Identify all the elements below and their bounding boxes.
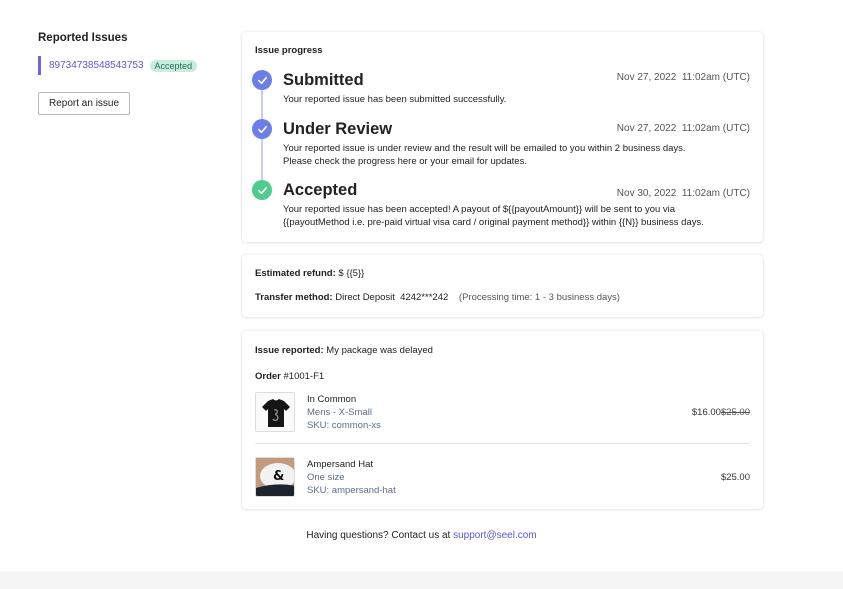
step-description: Your reported issue has been accepted! A… (283, 203, 713, 229)
step-date: Nov 30, 2022 11:02am (UTC) (616, 188, 750, 199)
timeline-connector (261, 139, 263, 184)
order-value: #1001-F1 (283, 371, 325, 382)
product-price: $16.00$25.00 (692, 407, 750, 418)
step-title: Submitted (283, 71, 364, 89)
step-accepted-check-icon (252, 180, 272, 200)
issue-reported-value: My package was delayed (326, 345, 433, 356)
issue-progress-card: Issue progress Submitted Nov 27, 2022 11… (242, 32, 763, 242)
step-date: Nov 27, 2022 11:02am (UTC) (616, 123, 750, 134)
processing-time: (Processing time: 1 - 3 business days) (458, 292, 620, 303)
step-description-line: Your reported issue is under review and … (283, 143, 686, 154)
step-description-line: Please check the progress here or your e… (283, 156, 527, 167)
issue-list-item[interactable]: 89734738548543753 Accepted (38, 56, 218, 75)
status-badge: Accepted (149, 59, 198, 72)
report-issue-button[interactable]: Report an issue (38, 92, 131, 115)
price-current: $16.00 (691, 407, 721, 418)
issue-reported-label: Issue reported: (255, 345, 327, 356)
product-variant: One size (307, 472, 345, 483)
step-description-line: Your reported issue has been submitted s… (283, 94, 507, 105)
issue-reported: Issue reported: My package was delayed (255, 345, 433, 356)
step-title: Under Review (283, 120, 393, 138)
estimated-refund-label: Estimated refund: (255, 268, 339, 279)
product-price: $25.00 (720, 472, 750, 483)
step-description-line: Your reported issue has been accepted! A… (283, 204, 676, 215)
issue-progress-title: Issue progress (255, 45, 323, 56)
order-label: Order (255, 371, 284, 382)
step-description-line: {{payoutMethod i.e. pre-paid virtual vis… (283, 217, 704, 228)
transfer-method-value: Direct Deposit 4242***242 (335, 292, 449, 303)
step-title: Accepted (283, 181, 358, 199)
product-image-tshirt (255, 392, 295, 432)
product-variant: Mens - X-Small (307, 407, 372, 418)
step-description: Your reported issue is under review and … (283, 142, 713, 168)
footer-text: Having questions? Contact us at (306, 530, 451, 541)
order-item: In Common Mens - X-Small SKU: common-xs … (255, 392, 750, 436)
contact-footer: Having questions? Contact us at support@… (0, 530, 843, 541)
support-email-link[interactable]: support@seel.com (453, 530, 537, 541)
transfer-method-label: Transfer method: (255, 292, 336, 303)
transfer-method: Transfer method: Direct Deposit 4242***2… (255, 292, 620, 303)
issue-report-card: Issue reported: My package was delayed O… (242, 331, 763, 509)
sidebar-title: Reported Issues (38, 32, 128, 44)
refund-card: Estimated refund: $ {{5}} Transfer metho… (242, 255, 763, 317)
product-name: In Common (307, 394, 357, 405)
price-original: $25.00 (720, 407, 750, 418)
svg-text:&: & (273, 469, 284, 484)
estimated-refund: Estimated refund: $ {{5}} (255, 268, 364, 279)
order-number: Order #1001-F1 (255, 371, 324, 382)
product-image-hat: & (255, 457, 295, 497)
reported-issues-sidebar: Reported Issues 89734738548543753 Accept… (38, 32, 218, 115)
step-description: Your reported issue has been submitted s… (283, 93, 713, 106)
product-name: Ampersand Hat (307, 459, 374, 470)
issue-id-link[interactable]: 89734738548543753 (49, 60, 144, 71)
step-date: Nov 27, 2022 11:02am (UTC) (616, 72, 750, 83)
bottom-bar (0, 571, 843, 589)
step-under-review-check-icon (252, 119, 272, 139)
order-item: & Ampersand Hat One size SKU: ampersand-… (255, 457, 750, 501)
product-sku: SKU: ampersand-hat (307, 485, 396, 496)
estimated-refund-value: $ {{5}} (338, 268, 365, 279)
product-sku: SKU: common-xs (307, 420, 381, 431)
step-submitted-check-icon (252, 70, 272, 90)
item-divider (255, 443, 750, 444)
